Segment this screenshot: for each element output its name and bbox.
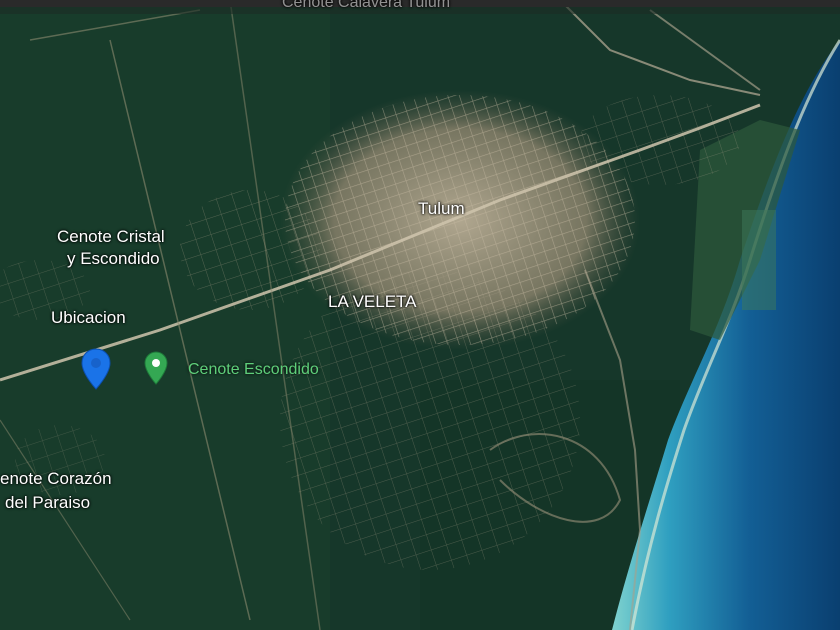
- label-tulum[interactable]: Tulum: [418, 198, 465, 219]
- label-cenote-cristal-line2[interactable]: y Escondido: [67, 248, 160, 269]
- cenote-escondido-pin-icon[interactable]: [144, 351, 168, 385]
- label-ubicacion[interactable]: Ubicacion: [51, 307, 126, 328]
- satellite-imagery: [0, 0, 840, 630]
- label-cenote-corazon-line2[interactable]: del Paraiso: [5, 492, 90, 513]
- label-cenote-calavera-partial[interactable]: Cenote Calavera Tulum: [282, 0, 450, 13]
- label-cenote-cristal-line1[interactable]: Cenote Cristal: [57, 226, 165, 247]
- label-cenote-escondido[interactable]: Cenote Escondido: [188, 359, 319, 380]
- ubicacion-pin-icon[interactable]: [81, 348, 111, 390]
- satellite-map[interactable]: Cenote Calavera Tulum Tulum Cenote Crist…: [0, 0, 840, 630]
- label-la-veleta[interactable]: LA VELETA: [328, 291, 417, 312]
- label-cenote-corazon-line1[interactable]: enote Corazón: [0, 468, 112, 489]
